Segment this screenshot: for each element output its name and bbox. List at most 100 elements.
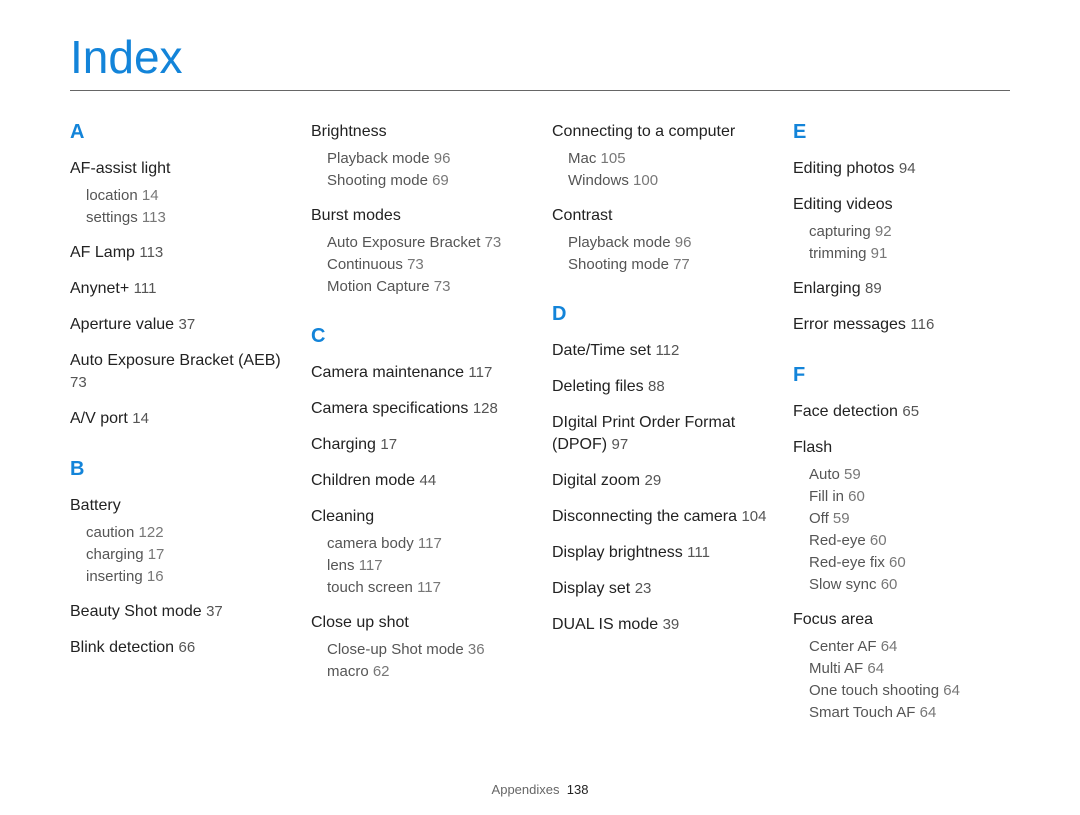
footer-section: Appendixes <box>492 782 560 797</box>
index-entry: Editing photos 94 <box>793 158 1010 180</box>
index-term-page: 104 <box>741 508 766 525</box>
index-term-page: 23 <box>635 580 652 597</box>
index-subentry-page: 60 <box>881 576 898 593</box>
index-entry: Display brightness 111 <box>552 542 769 564</box>
index-column: AAF-assist lightlocation 14settings 113A… <box>70 121 287 737</box>
footer-page: 138 <box>567 782 589 797</box>
index-entry: Editing videoscapturing 92trimming 91 <box>793 194 1010 264</box>
index-subentry: lens 117 <box>327 556 528 576</box>
index-subentry-page: 73 <box>407 256 424 273</box>
index-column: EEditing photos 94Editing videoscapturin… <box>793 121 1010 737</box>
index-subentry-page: 17 <box>148 546 165 563</box>
index-term: Error messages 116 <box>793 314 1010 336</box>
index-term-page: 44 <box>420 472 437 489</box>
index-subentry-page: 60 <box>889 554 906 571</box>
index-term-page: 65 <box>902 403 919 420</box>
index-entry: Connecting to a computerMac 105Windows 1… <box>552 121 769 191</box>
index-subentry: Slow sync 60 <box>809 575 1010 595</box>
index-subentry: charging 17 <box>86 545 287 565</box>
index-subentry-page: 64 <box>867 660 884 677</box>
index-subentry-page: 100 <box>633 172 658 189</box>
index-subentry-page: 117 <box>417 579 441 596</box>
index-subentry-page: 73 <box>434 278 451 295</box>
index-subentry-page: 62 <box>373 663 390 680</box>
index-entry: Close up shotClose-up Shot mode 36macro … <box>311 612 528 682</box>
index-entry: Disconnecting the camera 104 <box>552 506 769 528</box>
index-term-page: 97 <box>612 436 629 453</box>
index-entry: Anynet+ 111 <box>70 278 287 300</box>
index-entry: Burst modesAuto Exposure Bracket 73Conti… <box>311 205 528 297</box>
index-entry: AF-assist lightlocation 14settings 113 <box>70 158 287 228</box>
index-entry: AF Lamp 113 <box>70 242 287 264</box>
index-subentry: Red-eye fix 60 <box>809 553 1010 573</box>
index-subentry-page: 60 <box>870 532 887 549</box>
index-term: Auto Exposure Bracket (AEB) 73 <box>70 350 287 394</box>
index-term: AF Lamp 113 <box>70 242 287 264</box>
index-term-page: 17 <box>380 436 397 453</box>
index-term: Flash <box>793 437 1010 459</box>
index-subentry-page: 14 <box>142 187 159 204</box>
index-subentry: Center AF 64 <box>809 637 1010 657</box>
index-subentry-page: 96 <box>434 150 451 167</box>
index-subentry: settings 113 <box>86 208 287 228</box>
index-entry: Deleting files 88 <box>552 376 769 398</box>
index-term: Brightness <box>311 121 528 143</box>
index-term: DUAL IS mode 39 <box>552 614 769 636</box>
index-letter: A <box>70 121 287 144</box>
index-subentry: location 14 <box>86 186 287 206</box>
index-term: Editing photos 94 <box>793 158 1010 180</box>
index-subentry-page: 64 <box>920 704 937 721</box>
index-letter: D <box>552 303 769 326</box>
index-subentry: Playback mode 96 <box>568 233 769 253</box>
index-term-page: 39 <box>663 616 680 633</box>
index-subentry: Motion Capture 73 <box>327 277 528 297</box>
index-subentry: macro 62 <box>327 662 528 682</box>
index-subentry-page: 64 <box>881 638 898 655</box>
index-entry: Focus areaCenter AF 64Multi AF 64One tou… <box>793 609 1010 723</box>
index-term: Anynet+ 111 <box>70 278 287 300</box>
index-subentry-page: 117 <box>359 557 383 574</box>
index-subentry: Auto Exposure Bracket 73 <box>327 233 528 253</box>
index-letter: C <box>311 325 528 348</box>
index-term-page: 88 <box>648 378 665 395</box>
index-page: Index AAF-assist lightlocation 14setting… <box>0 0 1080 815</box>
index-subentry-page: 91 <box>871 245 888 262</box>
index-entry: A/V port 14 <box>70 408 287 430</box>
index-term: Children mode 44 <box>311 470 528 492</box>
index-term: Digital zoom 29 <box>552 470 769 492</box>
index-subentry-page: 73 <box>485 234 502 251</box>
index-term: Date/Time set 112 <box>552 340 769 362</box>
index-subentry: Fill in 60 <box>809 487 1010 507</box>
index-term: Camera specifications 128 <box>311 398 528 420</box>
index-subentry: Smart Touch AF 64 <box>809 703 1010 723</box>
index-subentry: One touch shooting 64 <box>809 681 1010 701</box>
index-entry: Cleaningcamera body 117lens 117touch scr… <box>311 506 528 598</box>
index-term-page: 37 <box>179 316 196 333</box>
index-term-page: 111 <box>687 544 710 561</box>
index-entry: Camera maintenance 117 <box>311 362 528 384</box>
index-entry: Batterycaution 122charging 17inserting 1… <box>70 495 287 587</box>
index-subentry: Auto 59 <box>809 465 1010 485</box>
index-subentry-page: 113 <box>142 209 166 226</box>
index-term: Aperture value 37 <box>70 314 287 336</box>
index-entry: ContrastPlayback mode 96Shooting mode 77 <box>552 205 769 275</box>
index-entry: Charging 17 <box>311 434 528 456</box>
index-term: Cleaning <box>311 506 528 528</box>
index-column: Connecting to a computerMac 105Windows 1… <box>552 121 769 737</box>
index-term: Camera maintenance 117 <box>311 362 528 384</box>
index-term: Display set 23 <box>552 578 769 600</box>
index-letter: B <box>70 458 287 481</box>
index-subentry-page: 16 <box>147 568 164 585</box>
index-entry: Beauty Shot mode 37 <box>70 601 287 623</box>
title-rule <box>70 90 1010 91</box>
index-term-page: 37 <box>206 603 223 620</box>
index-term-page: 128 <box>473 400 498 417</box>
index-subentry: Red-eye 60 <box>809 531 1010 551</box>
index-term: Blink detection 66 <box>70 637 287 659</box>
index-subentry: Playback mode 96 <box>327 149 528 169</box>
index-subentry-page: 105 <box>601 150 626 167</box>
index-entry: Digital zoom 29 <box>552 470 769 492</box>
index-entry: DIgital Print Order Format (DPOF) 97 <box>552 412 769 456</box>
page-title: Index <box>70 30 1010 84</box>
index-entry: Aperture value 37 <box>70 314 287 336</box>
